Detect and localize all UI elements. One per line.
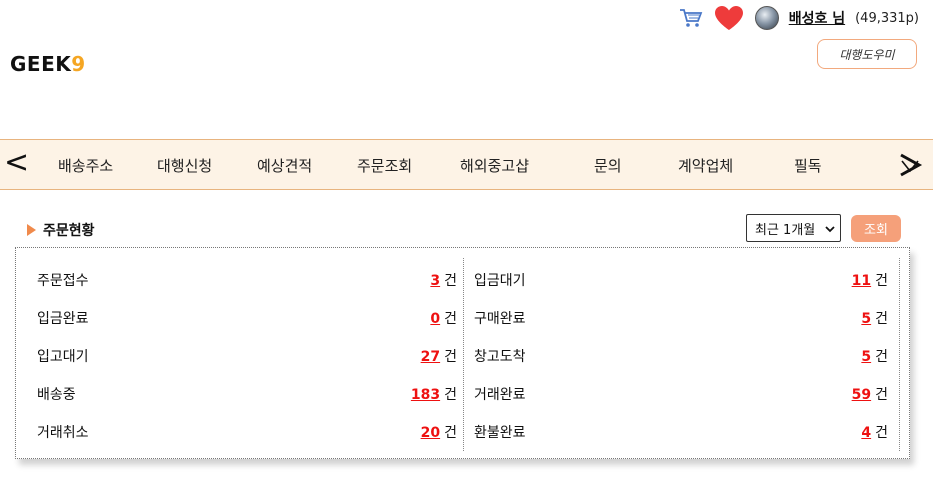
status-label: 배송중 bbox=[37, 387, 76, 403]
nav-item-order-request[interactable]: 대행신청 bbox=[157, 155, 212, 176]
nav-item-order-lookup[interactable]: 주문조회 bbox=[357, 155, 412, 176]
triangle-bullet-icon bbox=[27, 224, 36, 236]
logo-accent-text: 9 bbox=[71, 52, 86, 76]
status-label: 창고도착 bbox=[474, 349, 526, 365]
column-divider bbox=[899, 258, 900, 451]
help-button[interactable]: 대행도우미 bbox=[817, 39, 917, 69]
status-row-awaiting-payment: 입금대기 11 건 bbox=[474, 268, 888, 290]
nav-item-must-read[interactable]: 필독 bbox=[794, 155, 822, 176]
period-select[interactable]: 최근 1개월 bbox=[746, 214, 841, 242]
status-count-link[interactable]: 59 bbox=[852, 387, 871, 403]
main-nav: < 배송주소 대행신청 예상견적 주문조회 해외중고샵 문의 계약업체 필독 bbox=[0, 139, 933, 190]
logo-text: GEEK bbox=[10, 52, 72, 76]
period-select-value: 최근 1개월 bbox=[755, 222, 816, 238]
status-row-refund-complete: 환불완료 4건 bbox=[474, 420, 888, 442]
column-divider bbox=[463, 258, 464, 451]
status-unit: 건 bbox=[875, 311, 888, 327]
status-unit: 건 bbox=[875, 387, 888, 403]
site-logo[interactable]: GEEK9 bbox=[10, 52, 86, 76]
status-label: 입고대기 bbox=[37, 349, 89, 365]
status-unit: 건 bbox=[875, 273, 888, 289]
status-count-link[interactable]: 4 bbox=[861, 425, 871, 441]
status-count-link[interactable]: 5 bbox=[861, 349, 871, 365]
search-button[interactable]: 조회 bbox=[851, 215, 901, 242]
status-row-purchase-complete: 구매완료 5건 bbox=[474, 306, 888, 328]
status-unit: 건 bbox=[444, 311, 457, 327]
nav-item-used-shop[interactable]: 해외중고샵 bbox=[460, 155, 529, 176]
section-title: 주문현황 bbox=[43, 223, 95, 239]
nav-prev-button[interactable]: < bbox=[4, 148, 30, 180]
avatar[interactable] bbox=[754, 6, 779, 30]
status-label: 입금완료 bbox=[37, 311, 89, 327]
nav-item-partners[interactable]: 계약업체 bbox=[678, 155, 733, 176]
status-unit: 건 bbox=[875, 425, 888, 441]
status-row-shipping: 배송중 183 건 bbox=[37, 382, 457, 404]
user-name-link[interactable]: 배성호 님 bbox=[789, 8, 845, 28]
status-row-cancelled: 거래취소 20 건 bbox=[37, 420, 457, 442]
status-count-link[interactable]: 5 bbox=[861, 311, 871, 327]
status-unit: 건 bbox=[875, 349, 888, 365]
status-row-deal-complete: 거래완료 59 건 bbox=[474, 382, 888, 404]
user-bar: 배성호 님 (49,331p) bbox=[679, 4, 919, 32]
status-label: 거래취소 bbox=[37, 425, 89, 441]
status-count-link[interactable]: 0 bbox=[430, 311, 440, 327]
next-arrow-icon[interactable] bbox=[898, 149, 924, 181]
status-count-link[interactable]: 20 bbox=[421, 425, 440, 441]
status-row-awaiting-arrival: 입고대기 27 건 bbox=[37, 344, 457, 366]
status-unit: 건 bbox=[444, 387, 457, 403]
user-points: (49,331p) bbox=[855, 10, 919, 26]
status-label: 입금대기 bbox=[474, 273, 526, 289]
nav-item-inquiry[interactable]: 문의 bbox=[594, 155, 622, 176]
status-unit: 건 bbox=[444, 349, 457, 365]
status-row-warehouse-arrival: 창고도착 5건 bbox=[474, 344, 888, 366]
status-count-link[interactable]: 3 bbox=[430, 273, 440, 289]
status-count-link[interactable]: 11 bbox=[852, 273, 871, 289]
status-row-payment-complete: 입금완료 0건 bbox=[37, 306, 457, 328]
chevron-down-icon bbox=[825, 223, 835, 233]
nav-item-estimate[interactable]: 예상견적 bbox=[257, 155, 312, 176]
heart-icon[interactable] bbox=[713, 4, 745, 32]
status-label: 주문접수 bbox=[37, 273, 89, 289]
status-unit: 건 bbox=[444, 273, 457, 289]
nav-item-shipping-address[interactable]: 배송주소 bbox=[58, 155, 113, 176]
status-label: 거래완료 bbox=[474, 387, 526, 403]
status-label: 환불완료 bbox=[474, 425, 526, 441]
cart-icon[interactable] bbox=[679, 7, 703, 29]
order-status-panel: 주문접수 3건 입금완료 0건 입고대기 27 건 배송중 183 건 거래취소 2… bbox=[15, 247, 910, 459]
order-status-header: 주문현황 bbox=[27, 220, 95, 240]
status-count-link[interactable]: 183 bbox=[411, 387, 440, 403]
status-unit: 건 bbox=[444, 425, 457, 441]
status-label: 구매완료 bbox=[474, 311, 526, 327]
status-row-order-received: 주문접수 3건 bbox=[37, 268, 457, 290]
status-count-link[interactable]: 27 bbox=[421, 349, 440, 365]
